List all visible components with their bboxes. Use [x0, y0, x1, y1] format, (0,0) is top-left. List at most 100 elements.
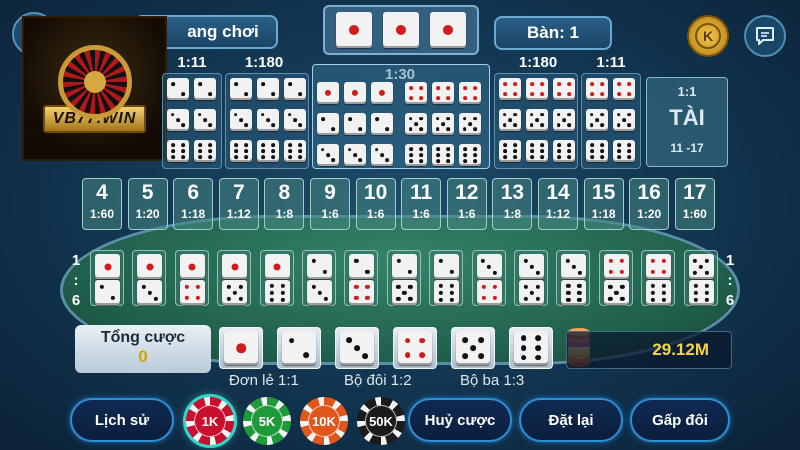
bet-pair-2-4[interactable] — [344, 250, 379, 306]
die-pip — [146, 263, 154, 270]
bet-total-13[interactable]: 13 1:8 — [492, 178, 533, 230]
bet-total-15[interactable]: 15 1:18 — [583, 178, 624, 230]
double-bet-button[interactable]: Gấp đôi — [630, 398, 730, 442]
die-pip — [207, 142, 212, 147]
history-button[interactable]: Lịch sử — [70, 398, 174, 442]
pair-die — [603, 254, 629, 279]
die-pip — [523, 284, 528, 289]
bet-tai-big[interactable]: 1:1 TÀI 11 -17 — [646, 77, 728, 167]
chat-button[interactable] — [744, 15, 786, 57]
die-pip — [409, 86, 414, 91]
die-pip — [463, 86, 468, 91]
bet-total-10[interactable]: 10 1:6 — [355, 178, 396, 230]
die-pip — [404, 352, 411, 359]
bet-total-12[interactable]: 12 1:6 — [446, 178, 487, 230]
die-pip — [270, 149, 275, 153]
die-pip — [704, 270, 710, 275]
bet-total-11[interactable]: 11 1:6 — [401, 178, 442, 230]
chip-5k[interactable]: 5K — [243, 397, 291, 445]
die-pip — [651, 297, 656, 302]
die-pip — [608, 269, 613, 275]
bet-total-14[interactable]: 14 1:12 — [538, 178, 578, 230]
die-pip — [470, 345, 476, 351]
die-pip — [357, 126, 362, 131]
coin-button[interactable]: K — [687, 15, 729, 57]
die-pip — [600, 123, 605, 128]
die-pip — [351, 89, 359, 97]
die-pip — [445, 95, 450, 100]
bet-total-6[interactable]: 6 1:18 — [173, 178, 214, 230]
pair-die — [179, 280, 205, 305]
bet-single-1[interactable] — [219, 327, 263, 369]
die-pip — [530, 149, 535, 153]
chip-10k[interactable]: 10K — [300, 397, 348, 445]
die-pip — [418, 95, 423, 100]
die-pip — [535, 270, 540, 275]
total-number: 4 — [96, 181, 108, 204]
bet-total-16[interactable]: 16 1:20 — [629, 178, 670, 230]
bet-total-8[interactable]: 8 1:8 — [264, 178, 305, 230]
die-pip — [239, 118, 243, 122]
bet-pair-3-4[interactable] — [471, 250, 506, 306]
bet-pair-2-5[interactable] — [386, 250, 421, 306]
die-pip — [322, 269, 328, 275]
total-bet-label: Tổng cược — [100, 329, 186, 346]
die-pip — [599, 149, 604, 153]
bet-pair-3-6[interactable] — [556, 250, 591, 306]
bet-pair-1-2[interactable] — [90, 250, 124, 306]
bet-total-9[interactable]: 9 1:6 — [310, 178, 350, 230]
die-pip — [626, 82, 631, 87]
die-pip — [503, 82, 508, 87]
die-pip — [180, 142, 185, 147]
die-pip — [207, 91, 212, 96]
cancel-bet-button-label: Huỷ cược — [424, 411, 496, 429]
chip-1k[interactable]: 1K — [186, 397, 234, 445]
bet-total-5[interactable]: 5 1:20 — [127, 178, 168, 230]
die-pip — [354, 295, 359, 301]
bet-pair-2-3[interactable] — [302, 250, 336, 306]
pair-die — [349, 254, 375, 279]
die-pip — [472, 159, 477, 164]
die-pip — [492, 270, 498, 275]
total-odds: 1:8 — [275, 207, 294, 221]
bet-pair-1-6[interactable] — [259, 250, 294, 306]
die-pip — [530, 82, 535, 87]
ratio-specific-double-right: 1:11 — [596, 54, 626, 71]
total-number: 10 — [363, 181, 388, 204]
bet-pair-1-3[interactable] — [132, 250, 167, 306]
bet-single-6[interactable] — [509, 327, 553, 369]
die-pip — [529, 123, 534, 128]
die-pip — [704, 290, 709, 295]
cancel-bet-button[interactable]: Huỷ cược — [408, 398, 512, 442]
die-pip — [288, 82, 293, 87]
total-number: 13 — [500, 181, 525, 204]
bet-pair-1-4[interactable] — [174, 250, 209, 306]
die-pip — [616, 123, 621, 128]
die-pip — [513, 123, 518, 128]
reset-button[interactable]: Đặt lại — [519, 398, 623, 442]
bet-pair-1-5[interactable] — [217, 250, 252, 306]
bet-single-5[interactable] — [451, 327, 495, 369]
die-pip — [571, 264, 577, 269]
die-pip — [195, 284, 200, 290]
bet-die — [526, 109, 548, 131]
bet-single-2[interactable] — [277, 327, 321, 369]
total-odds: 1:6 — [412, 207, 430, 221]
die-pip — [198, 142, 203, 147]
bet-pair-2-6[interactable] — [429, 250, 464, 306]
bet-pair-4-5[interactable] — [598, 250, 633, 306]
bet-total-17[interactable]: 17 1:60 — [674, 178, 715, 230]
bet-pair-4-6[interactable] — [641, 250, 676, 306]
chip-50k[interactable]: 50K — [357, 397, 405, 445]
bet-die — [526, 140, 548, 162]
bet-total-7[interactable]: 7 1:12 — [218, 178, 259, 230]
bet-die — [167, 78, 189, 100]
bet-single-3[interactable] — [335, 327, 379, 369]
bet-pair-3-5[interactable] — [514, 250, 548, 306]
bet-pair-5-6[interactable] — [683, 250, 718, 306]
bet-total-4[interactable]: 4 1:60 — [82, 178, 122, 230]
die-pip — [409, 159, 414, 164]
die-pip — [590, 82, 595, 87]
die-pip — [243, 149, 248, 153]
bet-single-4[interactable] — [393, 327, 437, 369]
